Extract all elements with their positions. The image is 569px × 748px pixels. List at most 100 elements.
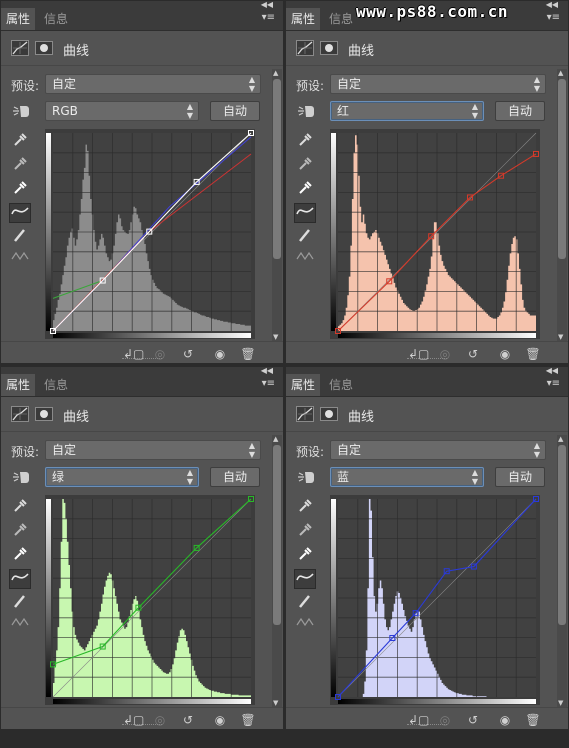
sample-gray-point-icon[interactable]: [9, 521, 31, 541]
scroll-down-icon[interactable]: ▼: [558, 699, 563, 707]
toggle-visibility-icon[interactable]: ◉: [211, 712, 229, 728]
panel-resize-grip[interactable]: [407, 358, 447, 362]
channel-dropdown[interactable]: 蓝 ▲ ▼: [330, 467, 484, 487]
preset-dropdown[interactable]: 自定 ▲ ▼: [45, 440, 261, 460]
scroll-down-icon[interactable]: ▼: [558, 333, 563, 341]
scrollbar-thumb[interactable]: [273, 79, 281, 259]
toggle-visibility-icon[interactable]: ◉: [496, 346, 514, 362]
curve-graph[interactable]: [45, 129, 255, 339]
curve-graph[interactable]: [330, 129, 540, 339]
auto-button[interactable]: 自动: [495, 467, 545, 487]
mask-icon[interactable]: [35, 407, 53, 421]
on-image-adjust-icon[interactable]: [296, 469, 316, 485]
collapse-icon[interactable]: ◀◀: [546, 1, 558, 9]
panel-menu-icon[interactable]: ▾≡: [547, 378, 560, 389]
sample-gray-point-icon[interactable]: [294, 521, 316, 541]
panel-resize-grip[interactable]: [122, 724, 162, 728]
scrollbar-thumb[interactable]: [273, 445, 281, 625]
tab-info[interactable]: 信息: [39, 374, 73, 396]
on-image-adjust-icon[interactable]: [296, 103, 316, 119]
panel-menu-icon[interactable]: ▾≡: [262, 12, 275, 23]
scroll-up-icon[interactable]: ▲: [273, 435, 278, 443]
delete-icon[interactable]: 🗑: [239, 712, 257, 728]
scroll-down-icon[interactable]: ▼: [273, 333, 278, 341]
edit-points-curve-icon[interactable]: [294, 569, 316, 589]
sample-black-point-icon[interactable]: [9, 131, 31, 151]
mask-icon[interactable]: [320, 407, 338, 421]
auto-button[interactable]: 自动: [210, 467, 260, 487]
panel-resize-grip[interactable]: [122, 358, 162, 362]
edit-points-curve-icon[interactable]: [9, 203, 31, 223]
auto-button[interactable]: 自动: [210, 101, 260, 121]
preset-dropdown[interactable]: 自定 ▲ ▼: [330, 74, 546, 94]
mask-icon[interactable]: [35, 41, 53, 55]
panel-scrollbar[interactable]: ▲ ▼: [272, 435, 282, 707]
edit-points-curve-icon[interactable]: [294, 203, 316, 223]
reset-icon[interactable]: ↺: [179, 712, 197, 728]
panel-scrollbar[interactable]: ▲ ▼: [557, 69, 567, 341]
scroll-up-icon[interactable]: ▲: [558, 69, 563, 77]
channel-dropdown[interactable]: 红 ▲ ▼: [330, 101, 484, 121]
curve-graph[interactable]: [45, 495, 255, 705]
smooth-curve-icon[interactable]: [294, 249, 316, 269]
pencil-draw-icon[interactable]: [294, 593, 316, 613]
scrollbar-thumb[interactable]: [558, 445, 566, 625]
delete-icon[interactable]: 🗑: [239, 346, 257, 362]
tab-info[interactable]: 信息: [39, 8, 73, 30]
sample-white-point-icon[interactable]: [294, 545, 316, 565]
smooth-curve-icon[interactable]: [9, 615, 31, 635]
panel-menu-icon[interactable]: ▾≡: [262, 378, 275, 389]
reset-icon[interactable]: ↺: [464, 346, 482, 362]
tab-properties[interactable]: 属性: [286, 374, 321, 396]
curve-svg[interactable]: [45, 129, 255, 339]
delete-icon[interactable]: 🗑: [524, 346, 542, 362]
delete-icon[interactable]: 🗑: [524, 712, 542, 728]
reset-icon[interactable]: ↺: [464, 712, 482, 728]
curve-svg[interactable]: [45, 495, 255, 705]
curve-svg[interactable]: [330, 495, 540, 705]
panel-scrollbar[interactable]: ▲ ▼: [272, 69, 282, 341]
tab-properties[interactable]: 属性: [286, 8, 321, 30]
pencil-draw-icon[interactable]: [294, 227, 316, 247]
preset-dropdown[interactable]: 自定 ▲ ▼: [330, 440, 546, 460]
preset-dropdown[interactable]: 自定 ▲ ▼: [45, 74, 261, 94]
auto-button[interactable]: 自动: [495, 101, 545, 121]
curves-adjustment-icon[interactable]: [296, 406, 314, 422]
panel-menu-icon[interactable]: ▾≡: [547, 12, 560, 23]
collapse-icon[interactable]: ◀◀: [261, 1, 273, 9]
collapse-icon[interactable]: ◀◀: [261, 367, 273, 375]
on-image-adjust-icon[interactable]: [11, 469, 31, 485]
panel-resize-grip[interactable]: [407, 724, 447, 728]
curves-adjustment-icon[interactable]: [11, 40, 29, 56]
sample-black-point-icon[interactable]: [9, 497, 31, 517]
curves-adjustment-icon[interactable]: [296, 40, 314, 56]
panel-scrollbar[interactable]: ▲ ▼: [557, 435, 567, 707]
sample-black-point-icon[interactable]: [294, 497, 316, 517]
smooth-curve-icon[interactable]: [9, 249, 31, 269]
sample-white-point-icon[interactable]: [294, 179, 316, 199]
curves-adjustment-icon[interactable]: [11, 406, 29, 422]
curve-graph[interactable]: [330, 495, 540, 705]
smooth-curve-icon[interactable]: [294, 615, 316, 635]
channel-dropdown[interactable]: RGB ▲ ▼: [45, 101, 199, 121]
toggle-visibility-icon[interactable]: ◉: [211, 346, 229, 362]
curve-svg[interactable]: [330, 129, 540, 339]
pencil-draw-icon[interactable]: [9, 227, 31, 247]
sample-white-point-icon[interactable]: [9, 545, 31, 565]
mask-icon[interactable]: [320, 41, 338, 55]
sample-gray-point-icon[interactable]: [9, 155, 31, 175]
scroll-down-icon[interactable]: ▼: [273, 699, 278, 707]
toggle-visibility-icon[interactable]: ◉: [496, 712, 514, 728]
tab-properties[interactable]: 属性: [1, 8, 36, 30]
sample-white-point-icon[interactable]: [9, 179, 31, 199]
tab-info[interactable]: 信息: [324, 8, 358, 30]
tab-info[interactable]: 信息: [324, 374, 358, 396]
sample-black-point-icon[interactable]: [294, 131, 316, 151]
collapse-icon[interactable]: ◀◀: [546, 367, 558, 375]
scroll-up-icon[interactable]: ▲: [273, 69, 278, 77]
edit-points-curve-icon[interactable]: [9, 569, 31, 589]
channel-dropdown[interactable]: 绿 ▲ ▼: [45, 467, 199, 487]
tab-properties[interactable]: 属性: [1, 374, 36, 396]
sample-gray-point-icon[interactable]: [294, 155, 316, 175]
reset-icon[interactable]: ↺: [179, 346, 197, 362]
